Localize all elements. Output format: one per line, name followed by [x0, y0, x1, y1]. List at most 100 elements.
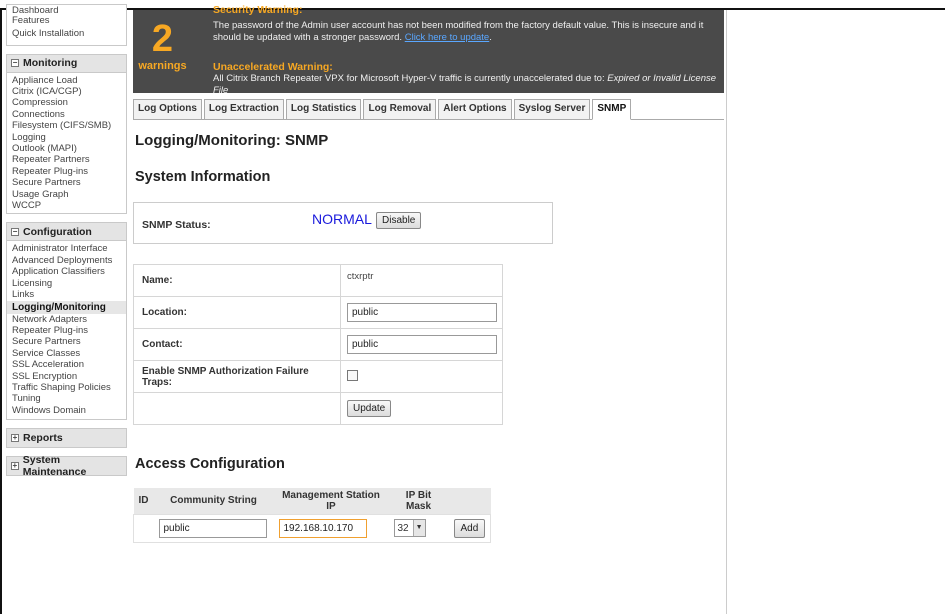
- column-action: [448, 488, 491, 514]
- sidebar-monitoring-list: Appliance Load Citrix (ICA/CGP) Compress…: [7, 73, 126, 214]
- sidebar-top-section: Dashboard Features Quick Installation: [6, 4, 127, 46]
- sidebar-item-windows-domain[interactable]: Windows Domain: [7, 405, 126, 416]
- sidebar-item-licensing[interactable]: Licensing: [7, 278, 126, 289]
- add-button[interactable]: Add: [453, 518, 486, 538]
- sidebar-item-secure-partners-config[interactable]: Secure Partners: [7, 336, 126, 347]
- access-config-table: ID Community String Management Station I…: [133, 488, 491, 543]
- tab-log-removal[interactable]: Log Removal: [363, 99, 437, 120]
- sidebar-item-repeater-partners[interactable]: Repeater Partners: [7, 154, 126, 165]
- tab-snmp[interactable]: SNMP: [592, 99, 632, 120]
- tab-bar: Log Options Log Extraction Log Statistic…: [133, 99, 724, 120]
- sidebar-configuration-section: − Configuration Administrator Interface …: [6, 222, 127, 421]
- access-configuration-heading: Access Configuration: [135, 456, 285, 472]
- sidebar-reports-section: + Reports: [6, 428, 127, 449]
- system-information-heading: System Information: [135, 169, 271, 185]
- table-row: Location:: [133, 296, 503, 329]
- warnings-count: 2: [151, 18, 174, 60]
- sidebar-item-links[interactable]: Links: [7, 289, 126, 300]
- unaccelerated-warning-message: All Citrix Branch Repeater VPX for Micro…: [213, 73, 605, 84]
- warnings-count-block: 2 warnings: [133, 10, 192, 93]
- sidebar-item-logging[interactable]: Logging: [7, 132, 126, 143]
- sidebar-item-application-classifiers[interactable]: Application Classifiers: [7, 266, 126, 277]
- sidebar-configuration-list: Administrator Interface Advanced Deploym…: [7, 241, 126, 419]
- community-string-input[interactable]: [158, 518, 267, 538]
- unaccelerated-warning-text: All Citrix Branch Repeater VPX for Micro…: [213, 73, 723, 96]
- column-community-string: Community String: [153, 488, 274, 514]
- chevron-down-icon: ▼: [412, 520, 425, 536]
- sidebar-item-filesystem[interactable]: Filesystem (CIFS/SMB): [7, 120, 126, 131]
- sidebar-item-citrix-ica[interactable]: Citrix (ICA/CGP): [7, 86, 126, 97]
- tab-log-statistics[interactable]: Log Statistics: [285, 99, 362, 120]
- update-password-link[interactable]: Click here to update: [405, 32, 490, 43]
- sidebar-monitoring-section: − Monitoring Appliance Load Citrix (ICA/…: [6, 53, 127, 215]
- sidebar-reports-header[interactable]: + Reports: [7, 429, 126, 448]
- location-input[interactable]: [347, 303, 497, 322]
- table-row: Enable SNMP Authorization Failure Traps:: [133, 360, 503, 393]
- sidebar-reports-title: Reports: [23, 432, 63, 445]
- sidebar-item-network-adapters[interactable]: Network Adapters: [7, 314, 126, 325]
- sidebar-item-repeater-plugins[interactable]: Repeater Plug-ins: [7, 166, 126, 177]
- traps-cell: [340, 360, 503, 393]
- sidebar-item-service-classes[interactable]: Service Classes: [7, 348, 126, 359]
- security-warning-text: The password of the Admin user account h…: [213, 20, 723, 43]
- update-button[interactable]: Update: [347, 400, 392, 417]
- tab-alert-options[interactable]: Alert Options: [438, 99, 512, 120]
- sidebar-item-advanced-deployments[interactable]: Advanced Deployments: [7, 255, 126, 266]
- community-cell: [154, 514, 274, 542]
- sidebar-system-maintenance-header[interactable]: + System Maintenance: [7, 454, 126, 478]
- tab-log-options[interactable]: Log Options: [133, 99, 202, 120]
- traps-label: Enable SNMP Authorization Failure Traps:: [133, 360, 341, 393]
- snmp-status-label: SNMP Status:: [142, 219, 211, 231]
- unaccelerated-warning: Unaccelerated Warning: All Citrix Branch…: [213, 61, 723, 96]
- sidebar-item-quick-installation[interactable]: Quick Installation: [7, 27, 126, 44]
- sidebar-item-ssl-acceleration[interactable]: SSL Acceleration: [7, 359, 126, 370]
- ip-bit-mask-value: 32: [397, 522, 409, 534]
- tab-log-extraction[interactable]: Log Extraction: [203, 99, 284, 120]
- warnings-banner: 2 warnings Security Warning: The passwor…: [133, 4, 724, 96]
- sidebar-item-features[interactable]: Features: [7, 14, 126, 27]
- table-row: Update: [133, 392, 503, 425]
- table-row: Contact:: [133, 328, 503, 361]
- sidebar-monitoring-header[interactable]: − Monitoring: [7, 54, 126, 73]
- collapse-icon: −: [11, 226, 19, 236]
- sidebar-item-secure-partners[interactable]: Secure Partners: [7, 177, 126, 188]
- management-station-ip-input[interactable]: [278, 518, 367, 538]
- sidebar-item-administrator-interface[interactable]: Administrator Interface: [7, 243, 126, 254]
- sidebar-item-outlook[interactable]: Outlook (MAPI): [7, 143, 126, 154]
- disable-button[interactable]: Disable: [376, 212, 422, 229]
- column-ip-bit-mask: IP Bit Mask: [388, 488, 449, 514]
- sidebar-item-tuning[interactable]: Tuning: [7, 393, 126, 404]
- expand-icon: +: [11, 461, 19, 471]
- sidebar-item-wccp[interactable]: WCCP: [7, 200, 126, 211]
- table-row: Name: ctxrptr: [133, 264, 503, 297]
- sidebar-system-maintenance-section: + System Maintenance: [6, 454, 127, 478]
- sidebar-item-compression[interactable]: Compression: [7, 97, 126, 108]
- column-id: ID: [133, 488, 154, 514]
- location-cell: [340, 296, 503, 329]
- column-management-station-ip: Management Station IP: [273, 488, 389, 514]
- traps-checkbox[interactable]: [347, 369, 358, 381]
- name-value: ctxrptr: [340, 264, 503, 297]
- link-period: .: [489, 31, 492, 43]
- ip-bit-mask-select[interactable]: 32 ▼: [393, 519, 426, 537]
- sidebar-item-usage-graph[interactable]: Usage Graph: [7, 189, 126, 200]
- empty-cell: [133, 392, 341, 425]
- sidebar-item-ssl-encryption[interactable]: SSL Encryption: [7, 371, 126, 382]
- sidebar-item-dashboard[interactable]: Dashboard: [7, 5, 126, 14]
- sidebar-item-traffic-shaping[interactable]: Traffic Shaping Policies: [7, 382, 126, 393]
- snmp-status-value: NORMAL: [312, 211, 372, 227]
- sidebar-item-logging-monitoring[interactable]: Logging/Monitoring: [7, 300, 126, 314]
- sidebar-item-connections[interactable]: Connections: [7, 109, 126, 120]
- sidebar-item-repeater-plugins-config[interactable]: Repeater Plug-ins: [7, 325, 126, 336]
- table-row: 32 ▼ Add: [133, 514, 491, 542]
- sidebar-item-appliance-load[interactable]: Appliance Load: [7, 75, 126, 86]
- table-header-row: ID Community String Management Station I…: [133, 488, 491, 514]
- name-label: Name:: [133, 264, 341, 297]
- app-frame: Dashboard Features Quick Installation − …: [0, 0, 945, 614]
- station-ip-cell: [274, 514, 389, 542]
- expand-icon: +: [11, 433, 19, 443]
- tab-syslog-server[interactable]: Syslog Server: [513, 99, 591, 120]
- bitmask-cell: 32 ▼: [389, 514, 449, 542]
- sidebar-configuration-header[interactable]: − Configuration: [7, 223, 126, 242]
- contact-input[interactable]: [347, 335, 497, 354]
